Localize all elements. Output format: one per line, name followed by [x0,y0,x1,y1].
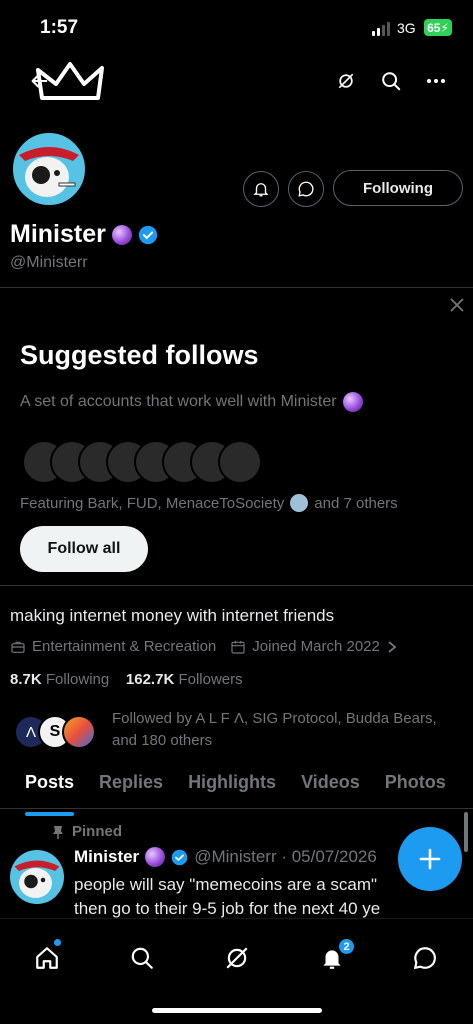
profile-category[interactable]: Entertainment & Recreation [32,638,216,655]
profile-name: Minister [10,220,106,248]
featuring-row: Featuring Bark, FUD, MenaceToSociety and… [20,494,398,512]
cold-face-emoji [290,494,309,512]
featuring-text: Featuring Bark, FUD, MenaceToSociety [20,494,285,512]
follow-all-button[interactable]: Follow all [20,526,148,572]
pinned-label: Pinned [72,823,123,840]
profile-meta: Entertainment & Recreation Joined March … [10,638,398,655]
profile-bio: making internet money with internet frie… [10,606,335,625]
profile-name-row: Minister [10,220,158,249]
pin-icon [53,825,63,839]
grok-icon[interactable] [333,68,359,94]
followers-count: 162.7K [125,671,175,688]
home-unread-dot [54,939,61,946]
plus-icon [419,848,441,870]
follow-counts: 8.7K Following 162.7K Followers [10,671,243,688]
crystal-ball-emoji [111,224,132,245]
status-time: 1:57 [40,17,79,38]
messages-icon[interactable] [405,938,445,978]
post-header: Minister @Ministerr · 05/07/2026 [74,847,377,867]
verified-badge-icon [171,849,188,865]
following-count: 8.7K [10,671,42,688]
crystal-ball-emoji [342,392,363,412]
tab-videos[interactable]: Videos [301,762,360,808]
home-indicator[interactable] [152,1008,322,1013]
crystal-ball-emoji [145,847,166,867]
following-button[interactable]: Following [333,170,463,206]
home-icon[interactable] [27,938,67,978]
chat-bubble-icon [298,181,314,197]
pinned-indicator: Pinned [52,823,122,840]
network-label: 3G [397,20,416,36]
following-count-link[interactable]: 8.7K Following [10,671,109,688]
crown-logo [36,58,106,104]
suggested-subtitle-row: A set of accounts that work well with Mi… [20,392,363,412]
followers-label: Followers [178,671,243,688]
signal-icon [372,22,390,36]
compose-button[interactable] [398,827,462,891]
search-icon[interactable] [122,938,162,978]
verified-badge-icon [138,225,158,244]
post-handle-date: @Ministerr · 05/07/2026 [194,847,377,866]
more-icon[interactable] [423,68,449,94]
tab-replies[interactable]: Replies [99,762,163,808]
followed-by-text[interactable]: Followed by A L F Λ, SIG Protocol, Budda… [112,708,462,752]
profile-handle: @Ministerr [10,254,88,271]
profile-tabs: Posts Replies Highlights Videos Photos [0,762,473,816]
search-icon[interactable] [378,68,404,94]
message-button[interactable] [288,171,324,207]
scrollbar[interactable] [464,812,468,852]
avatar[interactable] [10,130,88,208]
battery-icon: 65 ⚡ [424,19,452,36]
follower-avatar-budda[interactable] [62,715,96,749]
calendar-icon [231,640,245,654]
notifications-badge: 2 [338,938,355,955]
tab-photos[interactable]: Photos [385,762,446,808]
suggested-subtitle: A set of accounts that work well with Mi… [20,393,337,410]
close-icon[interactable] [447,295,467,315]
chevron-right-icon[interactable] [386,640,398,654]
following-label: Following [45,671,110,688]
followers-count-link[interactable]: 162.7K Followers [126,671,243,688]
suggested-avatars[interactable] [22,440,262,484]
notify-bell-button[interactable] [243,171,279,207]
tab-posts[interactable]: Posts [25,762,75,816]
featuring-suffix: and 7 others [314,494,398,512]
suggested-title: Suggested follows [20,340,259,370]
briefcase-icon [11,641,25,653]
tab-highlights[interactable]: Highlights [188,762,276,808]
bell-plus-icon [253,183,269,197]
post-author[interactable]: Minister [74,847,139,867]
grok-icon[interactable] [217,938,257,978]
post-avatar[interactable] [10,850,64,904]
battery-level: 65 [427,20,441,35]
profile-joined: Joined March 2022 [252,638,380,655]
